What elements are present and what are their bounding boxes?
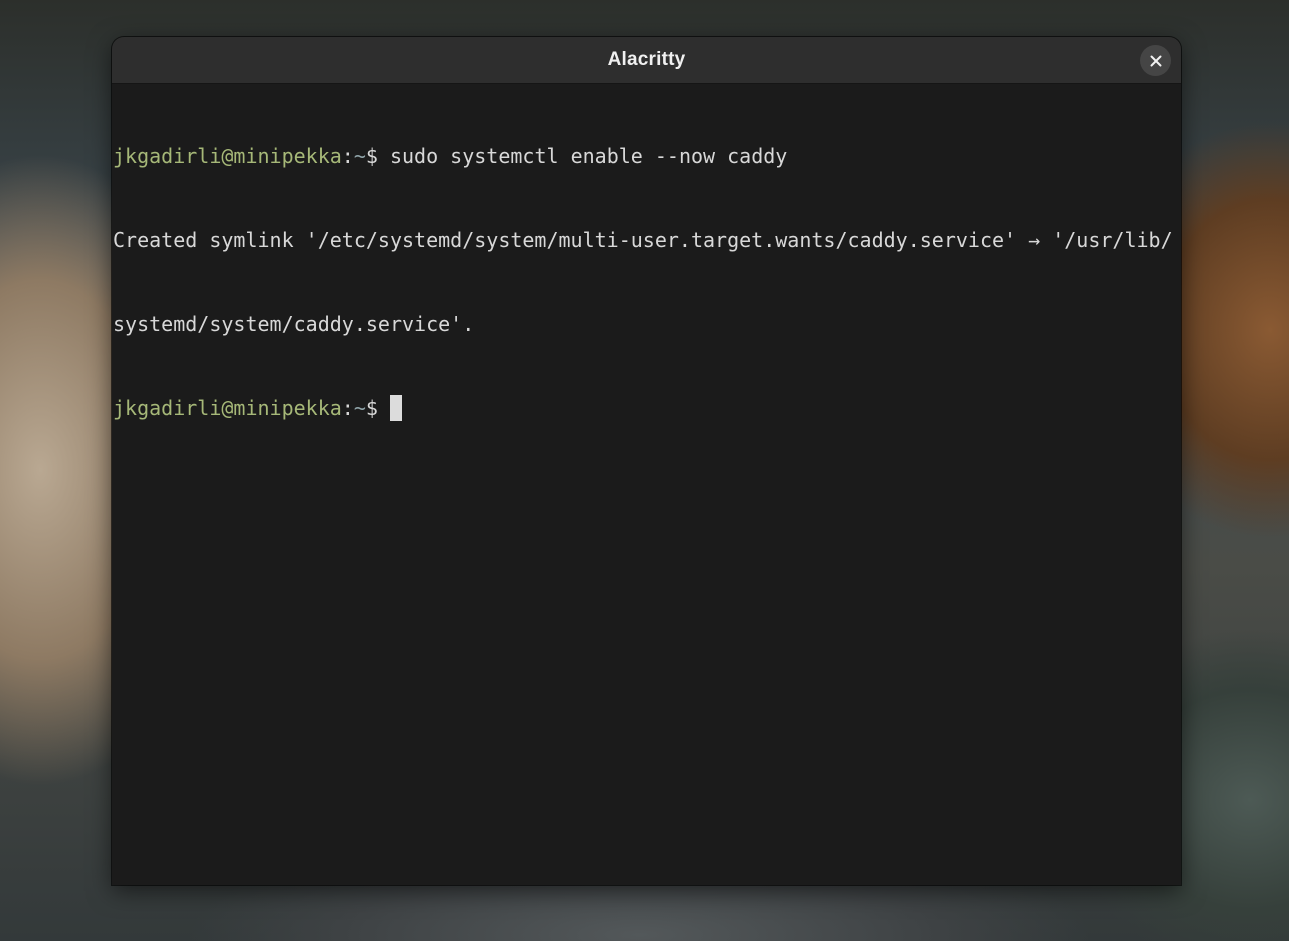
terminal-line: jkgadirli@minipekka:~$ sudo systemctl en… xyxy=(113,142,1181,170)
prompt-path: ~ xyxy=(353,144,366,168)
command-text: sudo systemctl enable --now caddy xyxy=(377,144,788,168)
prompt-sign: $ xyxy=(365,396,378,420)
window-title: Alacritty xyxy=(607,49,686,70)
prompt-separator: : xyxy=(341,144,354,168)
terminal-line: systemd/system/caddy.service'. xyxy=(113,312,475,336)
terminal-cursor xyxy=(389,395,402,421)
terminal-line: jkgadirli@minipekka:~$ xyxy=(113,394,1181,422)
prompt-sign: $ xyxy=(365,144,378,168)
prompt-path: ~ xyxy=(353,396,366,420)
window-titlebar[interactable]: Alacritty xyxy=(112,37,1181,84)
close-button[interactable] xyxy=(1140,45,1171,76)
prompt-user-host: jkgadirli@minipekka xyxy=(113,144,342,168)
close-icon xyxy=(1150,55,1161,66)
terminal-line: Created symlink '/etc/systemd/system/mul… xyxy=(113,228,1173,252)
prompt-user-host: jkgadirli@minipekka xyxy=(113,396,342,420)
prompt-separator: : xyxy=(341,396,354,420)
terminal-window[interactable]: Alacritty jkgadirli@minipekka:~$ sudo sy… xyxy=(112,37,1181,885)
terminal-output[interactable]: jkgadirli@minipekka:~$ sudo systemctl en… xyxy=(113,86,1181,885)
